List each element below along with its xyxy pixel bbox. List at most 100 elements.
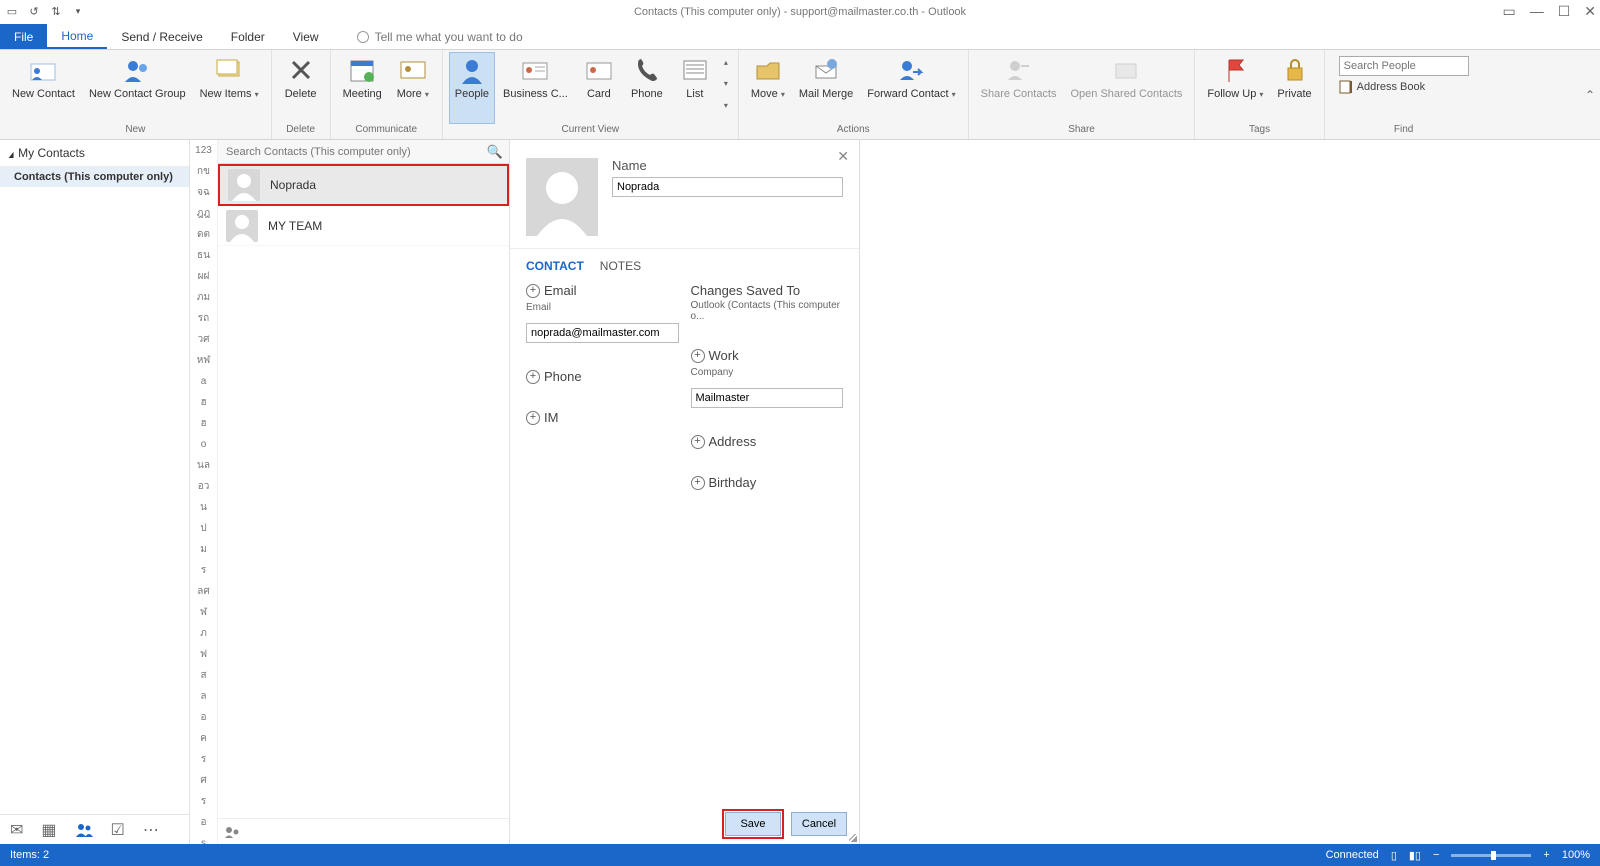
view-business-card-button[interactable]: Business C...	[497, 52, 574, 124]
alpha-index-item[interactable]: ป	[190, 518, 217, 539]
email-section-header[interactable]: +Email	[526, 283, 679, 298]
close-icon[interactable]: ✕	[1584, 3, 1596, 20]
resize-grip-icon[interactable]	[849, 834, 857, 842]
contact-avatar[interactable]	[526, 158, 598, 236]
alpha-index-item[interactable]: 123	[190, 140, 217, 161]
zoom-in-icon[interactable]: +	[1543, 849, 1549, 861]
company-input[interactable]	[691, 388, 844, 408]
save-button[interactable]: Save	[725, 812, 781, 836]
minimize-icon[interactable]: —	[1530, 3, 1544, 20]
alpha-index-item[interactable]: ร	[190, 749, 217, 770]
view-card-button[interactable]: Card	[576, 52, 622, 124]
alpha-index-item[interactable]: ร	[190, 791, 217, 812]
more-button[interactable]: More ▾	[390, 52, 436, 124]
alpha-index-item[interactable]: a	[190, 371, 217, 392]
alpha-index-item[interactable]: ฬ	[190, 602, 217, 623]
gallery-down-icon[interactable]: ▾	[724, 79, 728, 88]
name-input[interactable]	[612, 177, 843, 197]
alpha-index-item[interactable]: จฉ	[190, 182, 217, 203]
alpha-index-item[interactable]: s	[190, 833, 217, 844]
address-section-header[interactable]: +Address	[691, 434, 844, 449]
alpha-index-item[interactable]: ภ	[190, 623, 217, 644]
contacts-folder[interactable]: Contacts (This computer only)	[0, 167, 189, 187]
search-icon[interactable]: 🔍	[487, 144, 503, 160]
alpha-index-item[interactable]: ฎฎ	[190, 203, 217, 224]
tab-contact[interactable]: CONTACT	[526, 259, 584, 273]
alpha-index-item[interactable]: ดต	[190, 224, 217, 245]
follow-up-button[interactable]: Follow Up ▾	[1201, 52, 1269, 124]
alpha-index-item[interactable]: น	[190, 497, 217, 518]
tab-folder[interactable]: Folder	[217, 24, 279, 49]
alpha-index-item[interactable]: รถ	[190, 308, 217, 329]
view-normal-icon[interactable]: ▯	[1391, 849, 1397, 862]
alpha-index[interactable]: 123กขจฉฎฎดตธนผฝภมรถวศหฬaฮฮoนลอวนปมรลศฬภฟ…	[190, 140, 218, 844]
im-section-header[interactable]: +IM	[526, 410, 679, 425]
ribbon-collapse-icon[interactable]: ⌃	[1580, 50, 1600, 139]
move-button[interactable]: Move ▾	[745, 52, 791, 124]
phone-section-header[interactable]: +Phone	[526, 369, 679, 384]
alpha-index-item[interactable]: นล	[190, 455, 217, 476]
alpha-index-item[interactable]: อว	[190, 476, 217, 497]
alpha-index-item[interactable]: ฮ	[190, 413, 217, 434]
link-contacts-icon[interactable]	[224, 825, 240, 839]
view-list-button[interactable]: List	[672, 52, 718, 124]
ribbon-display-options-icon[interactable]: ▭	[1502, 3, 1515, 20]
more-modules-icon[interactable]: ⋯	[143, 820, 159, 840]
private-button[interactable]: Private	[1271, 52, 1317, 124]
mail-merge-button[interactable]: Mail Merge	[793, 52, 859, 124]
people-module-icon[interactable]	[75, 822, 93, 838]
delete-button[interactable]: Delete	[278, 52, 324, 124]
alpha-index-item[interactable]: ศ	[190, 770, 217, 791]
alpha-index-item[interactable]: ภม	[190, 287, 217, 308]
tasks-module-icon[interactable]: ☑	[111, 820, 125, 840]
search-people-input[interactable]	[1339, 56, 1469, 76]
alpha-index-item[interactable]: ร	[190, 560, 217, 581]
zoom-level[interactable]: 100%	[1562, 849, 1590, 861]
calendar-module-icon[interactable]: ▦	[41, 820, 56, 840]
zoom-out-icon[interactable]: −	[1433, 849, 1439, 861]
gallery-more-icon[interactable]: ▾	[724, 101, 728, 110]
alpha-index-item[interactable]: กข	[190, 161, 217, 182]
alpha-index-item[interactable]: ธน	[190, 245, 217, 266]
alpha-index-item[interactable]: ฮ	[190, 392, 217, 413]
alpha-index-item[interactable]: ผฝ	[190, 266, 217, 287]
address-book-button[interactable]: Address Book	[1339, 80, 1469, 94]
zoom-slider[interactable]	[1451, 854, 1531, 857]
tab-file[interactable]: File	[0, 24, 47, 49]
alpha-index-item[interactable]: หฬ	[190, 350, 217, 371]
tab-home[interactable]: Home	[47, 24, 107, 49]
qat-undo-icon[interactable]: ↺	[26, 4, 42, 20]
email-input[interactable]	[526, 323, 679, 343]
open-shared-contacts-button[interactable]: Open Shared Contacts	[1065, 52, 1189, 124]
new-contact-button[interactable]: New Contact	[6, 52, 81, 124]
my-contacts-header[interactable]: My Contacts	[0, 140, 189, 167]
alpha-index-item[interactable]: ส	[190, 665, 217, 686]
new-contact-group-button[interactable]: New Contact Group	[83, 52, 192, 124]
meeting-button[interactable]: Meeting	[337, 52, 388, 124]
share-contacts-button[interactable]: Share Contacts	[975, 52, 1063, 124]
new-items-button[interactable]: New Items ▾	[194, 52, 265, 124]
qat-sendreceive-icon[interactable]: ⇅	[48, 4, 64, 20]
alpha-index-item[interactable]: ลศ	[190, 581, 217, 602]
forward-contact-button[interactable]: Forward Contact ▾	[861, 52, 961, 124]
alpha-index-item[interactable]: ฟ	[190, 644, 217, 665]
reading-close-icon[interactable]: ✕	[837, 148, 849, 165]
view-reading-icon[interactable]: ▮▯	[1409, 849, 1421, 862]
view-people-button[interactable]: People	[449, 52, 495, 124]
cancel-button[interactable]: Cancel	[791, 812, 847, 836]
birthday-section-header[interactable]: +Birthday	[691, 475, 844, 490]
qat-customize-icon[interactable]: ▾	[70, 4, 86, 20]
alpha-index-item[interactable]: วศ	[190, 329, 217, 350]
qat-window-icon[interactable]: ▭	[4, 4, 20, 20]
alpha-index-item[interactable]: o	[190, 434, 217, 455]
contact-row[interactable]: MY TEAM	[218, 206, 509, 246]
tab-view[interactable]: View	[279, 24, 333, 49]
work-section-header[interactable]: +Work	[691, 348, 844, 363]
alpha-index-item[interactable]: ค	[190, 728, 217, 749]
alpha-index-item[interactable]: อ	[190, 707, 217, 728]
alpha-index-item[interactable]: ม	[190, 539, 217, 560]
alpha-index-item[interactable]: ล	[190, 686, 217, 707]
contact-search-input[interactable]	[218, 140, 509, 163]
gallery-up-icon[interactable]: ▴	[724, 58, 728, 67]
contact-row[interactable]: Noprada	[218, 164, 509, 206]
